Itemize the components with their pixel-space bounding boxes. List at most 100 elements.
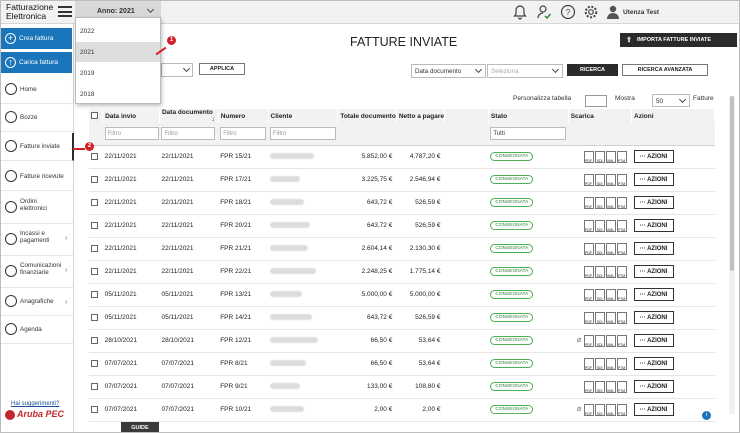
sidebar-item-drafts[interactable]: Bozze [1,104,73,132]
user-check-icon[interactable] [536,4,552,20]
actions-button[interactable]: ··· AZIONI [633,242,674,255]
download-sdi-icon[interactable]: SDI [594,219,605,232]
download-xml-icon[interactable]: XML [605,219,616,232]
download-p7m-icon[interactable]: P7M [616,173,627,186]
download-p7m-icon[interactable]: P7M [616,403,627,416]
table-row[interactable]: 28/10/2021 28/10/2021 FPR 12/21 66,50 €53,6… [89,329,715,353]
download-p7m-icon[interactable]: P7M [616,357,627,370]
download-xml-icon[interactable]: XML [605,242,616,255]
table-row[interactable]: 22/11/2021 22/11/2021 FPR 18/21 643,72 €526… [89,191,715,215]
download-pdf-icon[interactable]: PDF [583,196,594,209]
guide-button[interactable]: GUIDE [121,422,159,432]
table-row[interactable]: 07/07/2021 07/07/2021 FPR 8/21 66,50 €53,64… [89,352,715,376]
download-pdf-icon[interactable]: PDF [583,265,594,278]
number-filter[interactable]: Filtro [220,127,267,141]
select-all-header[interactable] [89,109,104,123]
table-columns-icon[interactable] [585,95,607,107]
download-pdf-icon[interactable]: PDF [583,357,594,370]
user-name[interactable]: Utenza Test [623,9,659,16]
download-sdi-icon[interactable]: SDI [594,173,605,186]
download-p7m-icon[interactable]: P7M [616,311,627,324]
row-checkbox[interactable] [91,221,98,229]
download-pdf-icon[interactable]: PDF [583,334,594,347]
download-pdf-icon[interactable]: PDF [583,219,594,232]
sidebar-item-communications[interactable]: Comunicazioni finanziarie › [1,256,73,288]
column-header-status[interactable]: Stato [488,109,569,123]
download-sdi-icon[interactable]: SDI [594,357,605,370]
download-pdf-icon[interactable]: PDF [583,288,594,301]
table-row[interactable]: 22/11/2021 22/11/2021 FPR 20/21 643,72 €526… [89,214,715,238]
download-xml-icon[interactable]: XML [605,311,616,324]
actions-button[interactable]: ··· AZIONI [633,265,674,278]
select-all-checkbox[interactable] [91,112,98,120]
help-icon[interactable]: ? [560,4,576,20]
download-sdi-icon[interactable]: SDI [594,380,605,393]
info-badge[interactable]: i [702,411,711,420]
date-field-select[interactable]: Data documento [411,64,486,78]
table-row[interactable]: 22/11/2021 22/11/2021 FPR 17/21 3.225,75 €2… [89,168,715,192]
client-filter[interactable]: Filtro [270,127,337,141]
hamburger-menu-icon[interactable] [58,6,72,17]
column-header-net[interactable]: Netto a pagare [396,109,445,123]
download-p7m-icon[interactable]: P7M [616,265,627,278]
download-sdi-icon[interactable]: SDI [594,311,605,324]
actions-button[interactable]: ··· AZIONI [633,334,674,347]
actions-button[interactable]: ··· AZIONI [633,380,674,393]
download-pdf-icon[interactable]: PDF [583,403,594,416]
row-checkbox[interactable] [91,336,98,344]
row-checkbox[interactable] [91,290,98,298]
sidebar-item-payments[interactable]: Incassi e pagamenti › [1,224,73,256]
download-xml-icon[interactable]: XML [605,334,616,347]
status-select[interactable]: Seleziona [487,64,563,78]
download-sdi-icon[interactable]: SDI [594,242,605,255]
column-header-doc-date[interactable]: Data documento ↓ [159,109,219,123]
actions-button[interactable]: ··· AZIONI [633,196,674,209]
column-header-total[interactable]: Totale documento [337,109,397,123]
download-pdf-icon[interactable]: PDF [583,242,594,255]
column-header-client[interactable]: Cliente [268,109,339,123]
table-row[interactable]: 22/11/2021 22/11/2021 FPR 15/21 5.852,00 €4… [89,145,715,169]
sidebar-item-orders[interactable]: Ordini elettronici [1,192,73,224]
sort-icon[interactable]: ↓ [211,116,214,123]
download-xml-icon[interactable]: XML [605,173,616,186]
row-checkbox[interactable] [91,198,98,206]
actions-button[interactable]: ··· AZIONI [633,173,674,186]
attachment-icon[interactable]: ⌀ [577,404,582,413]
import-invoices-button[interactable]: ⇪ IMPORTA FATTURE INVIATE [620,33,737,47]
download-sdi-icon[interactable]: SDI [594,150,605,163]
actions-button[interactable]: ··· AZIONI [633,403,674,416]
download-xml-icon[interactable]: XML [605,288,616,301]
gear-icon[interactable] [583,4,599,20]
download-sdi-icon[interactable]: SDI [594,288,605,301]
column-header-send-date[interactable]: Data invio [102,109,160,123]
actions-button[interactable]: ··· AZIONI [633,219,674,232]
table-row[interactable]: 05/11/2021 05/11/2021 FPR 14/21 643,72 €526… [89,306,715,330]
download-pdf-icon[interactable]: PDF [583,173,594,186]
vertical-scrollbar[interactable] [729,96,735,414]
doc-date-filter[interactable]: Filtro [161,127,216,141]
row-checkbox[interactable] [91,267,98,275]
download-xml-icon[interactable]: XML [605,357,616,370]
user-avatar-icon[interactable] [605,4,621,20]
download-sdi-icon[interactable]: SDI [594,403,605,416]
download-sdi-icon[interactable]: SDI [594,196,605,209]
row-checkbox[interactable] [91,382,98,390]
send-date-filter[interactable]: Filtro [104,127,159,141]
filter-select[interactable] [161,63,193,77]
download-p7m-icon[interactable]: P7M [616,242,627,255]
year-option-2022[interactable]: 2022 [76,21,160,41]
create-invoice-button[interactable]: + Crea fattura [1,28,72,49]
download-sdi-icon[interactable]: SDI [594,265,605,278]
sidebar-item-received-invoices[interactable]: Fatture ricevute [1,163,73,191]
year-option-2018[interactable]: 2018 [76,84,160,104]
suggestions-link[interactable]: Hai suggerimenti? [11,401,59,407]
table-row[interactable]: 22/11/2021 22/11/2021 FPR 21/21 2.604,14 €2… [89,237,715,261]
download-pdf-icon[interactable]: PDF [583,150,594,163]
upload-invoice-button[interactable]: ↑ Carica fattura [1,52,72,73]
row-checkbox[interactable] [91,359,98,367]
column-header-number[interactable]: Numero [218,109,269,123]
year-option-2019[interactable]: 2019 [76,63,160,83]
download-pdf-icon[interactable]: PDF [583,380,594,393]
actions-button[interactable]: ··· AZIONI [633,311,674,324]
actions-button[interactable]: ··· AZIONI [633,288,674,301]
